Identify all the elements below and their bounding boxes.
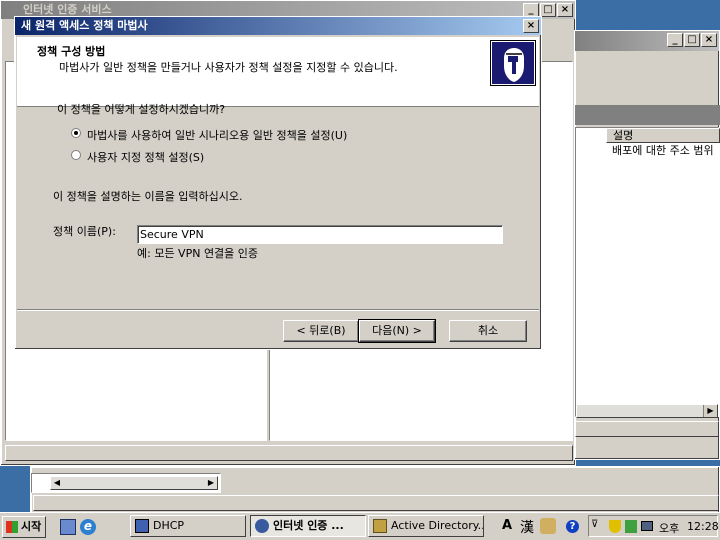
option-wizard-label: 마법사를 사용하여 일반 시나리오용 일반 정책을 설정(U) xyxy=(87,129,348,142)
maximize-button[interactable]: □ xyxy=(684,33,700,47)
policy-name-label: 정책 이름(P): xyxy=(53,225,116,238)
list-view[interactable]: 설명 배포에 대한 주소 범위 ▶ xyxy=(575,127,720,418)
option-custom-label: 사용자 지정 정책 설정(S) xyxy=(87,151,205,164)
task-ias[interactable]: 인터넷 인증 ... xyxy=(250,515,366,537)
horizontal-scrollbar[interactable]: ▶ xyxy=(576,404,718,418)
bottom-pane[interactable]: ◀ ▶ xyxy=(31,473,221,493)
dhcp-icon xyxy=(135,519,149,533)
task-dhcp[interactable]: DHCP xyxy=(130,515,246,537)
scroll-left-icon[interactable]: ◀ xyxy=(51,477,63,489)
bg-window-right-title: _ □ × xyxy=(575,31,719,51)
tray-security-icon[interactable] xyxy=(625,520,637,533)
option-wizard[interactable]: 마법사를 사용하여 일반 시나리오용 일반 정책을 설정(U) xyxy=(71,125,471,142)
bg-window-bottom: ◀ ▶ xyxy=(30,466,720,514)
next-button[interactable]: 다음(N) > xyxy=(358,319,436,343)
bg-window-title-text: 인터넷 인증 서비스 xyxy=(23,3,112,16)
toolbar-strip xyxy=(575,105,720,125)
status-bar-bottom xyxy=(33,495,719,511)
maximize-button[interactable]: □ xyxy=(540,3,556,17)
option-custom[interactable]: 사용자 지정 정책 설정(S) xyxy=(71,147,371,164)
dialog-divider xyxy=(17,309,539,311)
wizard-header: 정책 구성 방법 마법사가 일반 정책을 만들거나 사용자가 정책 설정을 지정… xyxy=(17,37,539,107)
ime-language-indicator[interactable]: A xyxy=(502,518,512,533)
scroll-right-icon[interactable]: ▶ xyxy=(205,477,217,489)
minimize-button[interactable]: _ xyxy=(667,33,683,47)
ias-icon xyxy=(255,519,269,533)
wizard-icon xyxy=(490,40,536,86)
column-header-description[interactable]: 설명 xyxy=(606,128,720,143)
question-label: 이 정책을 어떻게 설정하시겠습니까? xyxy=(57,103,226,116)
list-item-text: 배포에 대한 주소 범위 xyxy=(612,144,714,157)
help-icon[interactable]: ? xyxy=(566,520,579,533)
list-item[interactable]: 배포에 대한 주소 범위 xyxy=(612,144,714,158)
header-title: 정책 구성 방법 xyxy=(37,45,106,58)
ime-hanja-indicator[interactable]: 漢 xyxy=(520,517,534,537)
bg-window-right: _ □ × 설명 배포에 대한 주소 범위 ▶ xyxy=(574,30,720,460)
clock-time[interactable]: 12:28 xyxy=(687,520,719,533)
start-button[interactable]: 시작 xyxy=(2,516,46,538)
task-active-directory[interactable]: Active Directory... xyxy=(368,515,484,537)
horizontal-scrollbar[interactable]: ◀ ▶ xyxy=(50,476,218,490)
start-label: 시작 xyxy=(21,520,42,533)
tray-network-icon[interactable]: ⊽ xyxy=(591,519,598,530)
active-directory-icon xyxy=(373,519,387,533)
column-header-text: 설명 xyxy=(613,129,634,142)
minimize-button[interactable]: _ xyxy=(523,3,539,17)
tray-monitor-icon[interactable] xyxy=(641,521,653,531)
status-bar-right xyxy=(575,421,719,437)
task-active-directory-label: Active Directory... xyxy=(391,519,484,532)
status-bar xyxy=(5,445,573,461)
close-button[interactable]: × xyxy=(701,33,717,47)
task-ias-label: 인터넷 인증 ... xyxy=(273,519,344,532)
close-button[interactable]: × xyxy=(557,3,573,17)
cancel-button[interactable]: 취소 xyxy=(449,320,527,342)
header-subtitle: 마법사가 일반 정책을 만들거나 사용자가 정책 설정을 지정할 수 있습니다. xyxy=(59,61,398,74)
example-text: 예: 모든 VPN 연결을 인증 xyxy=(137,247,259,260)
tray-shield-icon[interactable] xyxy=(609,520,621,533)
task-dhcp-label: DHCP xyxy=(153,519,185,532)
close-button[interactable]: × xyxy=(523,19,539,33)
windows-logo-icon xyxy=(6,521,18,533)
dialog-titlebar[interactable]: 새 원격 액세스 정책 마법사 × xyxy=(15,17,541,35)
scroll-right-icon[interactable]: ▶ xyxy=(703,405,717,417)
policy-name-input[interactable] xyxy=(137,225,503,244)
back-button[interactable]: < 뒤로(B) xyxy=(283,320,359,342)
clock-ampm: 오후 xyxy=(659,522,680,535)
option-wizard-radio[interactable] xyxy=(71,128,81,138)
name-prompt: 이 정책을 설명하는 이름을 입력하십시오. xyxy=(53,190,243,203)
quick-launch-ie-icon[interactable]: e xyxy=(80,519,96,535)
dialog-title: 새 원격 액세스 정책 마법사 xyxy=(21,19,148,32)
policy-wizard-dialog: 새 원격 액세스 정책 마법사 × 정책 구성 방법 마법사가 일반 정책을 만… xyxy=(14,16,542,350)
ime-tool-icon[interactable] xyxy=(540,518,556,534)
option-custom-radio[interactable] xyxy=(71,150,81,160)
quick-launch-desktop-icon[interactable] xyxy=(60,519,76,535)
system-tray: ⊽ 오후 12:28 xyxy=(588,515,719,537)
